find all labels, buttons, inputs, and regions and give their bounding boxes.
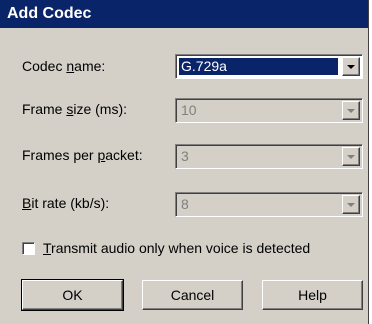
codec-name-select[interactable]: G.729a [175, 54, 363, 79]
label-text: ame: [74, 58, 106, 74]
label-text: ize (ms): [73, 101, 128, 117]
codec-name-label: Codec name: [22, 57, 105, 75]
cancel-button[interactable]: Cancel [142, 280, 243, 310]
bit-rate-dropdown-button[interactable] [342, 195, 360, 214]
frame-size-select[interactable]: 10 [175, 98, 363, 123]
codec-name-dropdown-button[interactable] [342, 57, 360, 76]
label-accesskey: B [22, 195, 32, 211]
chevron-down-icon [347, 203, 355, 207]
label-text: acket: [105, 147, 143, 163]
label-text: it rate (kb/s): [31, 195, 110, 211]
voice-detection-label[interactable]: Transmit audio only when voice is detect… [43, 239, 310, 257]
frames-per-packet-label: Frames per packet: [22, 146, 143, 164]
frame-size-dropdown-button[interactable] [342, 101, 360, 120]
dialog-title: Add Codec [0, 0, 368, 28]
chevron-down-icon [347, 65, 355, 69]
label-text: Codec [22, 58, 67, 74]
frames-per-packet-select[interactable]: 3 [175, 144, 363, 169]
label-accesskey: T [43, 240, 52, 256]
label-accesskey: n [66, 58, 75, 74]
bit-rate-label: Bit rate (kb/s): [22, 194, 109, 212]
frame-size-value: 10 [181, 102, 197, 118]
label-text: Frame [22, 101, 67, 117]
frames-per-packet-dropdown-button[interactable] [342, 147, 360, 166]
chevron-down-icon [347, 155, 355, 159]
voice-detection-checkbox[interactable] [22, 242, 35, 255]
frame-size-label: Frame size (ms): [22, 100, 127, 118]
label-text: ransmit audio only when voice is detecte… [51, 240, 311, 256]
codec-name-value: G.729a [178, 57, 339, 76]
bit-rate-value: 8 [181, 196, 189, 212]
add-codec-dialog: Add Codec Codec name: G.729a Frame size … [0, 0, 369, 324]
chevron-down-icon [347, 109, 355, 113]
help-button[interactable]: Help [262, 280, 363, 310]
ok-button[interactable]: OK [21, 279, 124, 311]
bit-rate-select[interactable]: 8 [175, 192, 363, 217]
frames-per-packet-value: 3 [181, 148, 189, 164]
label-text: Frames per [22, 147, 98, 163]
